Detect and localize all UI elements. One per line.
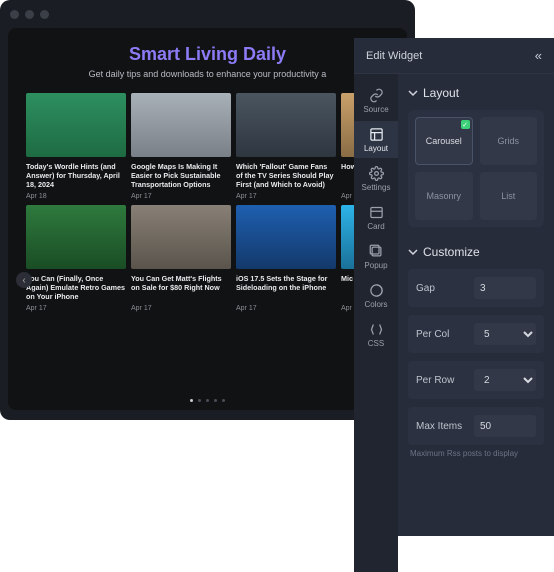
feed-card[interactable]: Which 'Fallout' Game Fans of the TV Seri… [236,93,336,200]
carousel-prev-button[interactable]: ‹ [16,272,32,288]
browser-window: Smart Living Daily Get daily tips and do… [0,0,415,420]
chevron-down-icon [408,88,418,98]
card-title: You Can (Finally, Once Again) Emulate Re… [26,274,126,301]
panel-tab-layout[interactable]: Layout [354,121,398,158]
card-date: Apr 17 [26,305,126,312]
widget-subtitle: Get daily tips and downloads to enhance … [8,69,407,79]
layout-option-grids[interactable]: Grids [480,117,538,165]
pagination-dot[interactable] [214,399,217,402]
card-title: iOS 17.5 Sets the Stage for Sideloading … [236,274,336,301]
panel-tab-card[interactable]: Card [354,199,398,236]
card-thumbnail [26,205,126,269]
panel-tab-popup[interactable]: Popup [354,238,398,275]
pagination-dot[interactable] [206,399,209,402]
customize-section-header[interactable]: Customize [408,245,544,259]
max-items-help: Maximum Rss posts to display [410,449,544,458]
widget-preview: Smart Living Daily Get daily tips and do… [8,28,407,410]
card-title: Which 'Fallout' Game Fans of the TV Seri… [236,162,336,189]
layout-option-carousel[interactable]: ✓Carousel [415,117,473,165]
panel-tab-source[interactable]: Source [354,82,398,119]
pagination-dot[interactable] [198,399,201,402]
window-titlebar [0,0,415,28]
panel-tabs: SourceLayoutSettingsCardPopupColorsCSS [354,74,398,572]
pagination-dot[interactable] [190,399,193,402]
card-thumbnail [131,205,231,269]
widget-title: Smart Living Daily [8,44,407,65]
per-row-field: Per Row 2 [408,361,544,399]
card-thumbnail [131,93,231,157]
feed-card[interactable]: Today's Wordle Hints (and Answer) for Th… [26,93,126,200]
layout-section-header[interactable]: Layout [408,86,544,100]
feed-card[interactable]: Google Maps Is Making It Easier to Pick … [131,93,231,200]
layout-option-masonry[interactable]: Masonry [415,172,473,220]
gap-field: Gap [408,269,544,307]
edit-widget-panel: Edit Widget « SourceLayoutSettingsCardPo… [354,38,554,536]
card-title: Google Maps Is Making It Easier to Pick … [131,162,231,189]
card-date: Apr 17 [236,305,336,312]
check-icon: ✓ [461,120,470,129]
gap-input[interactable] [474,277,536,299]
window-dot [40,10,49,19]
card-date: Apr 17 [131,193,231,200]
layout-option-list[interactable]: List [480,172,538,220]
per-col-field: Per Col 5 [408,315,544,353]
card-date: Apr 17 [131,305,231,312]
panel-tab-settings[interactable]: Settings [354,160,398,197]
panel-title: Edit Widget [366,50,422,62]
feed-card[interactable]: iOS 17.5 Sets the Stage for Sideloading … [236,205,336,312]
card-date: Apr 18 [26,193,126,200]
per-row-select[interactable]: 2 [474,369,536,391]
panel-tab-css[interactable]: CSS [354,316,398,353]
card-thumbnail [236,93,336,157]
card-title: You Can Get Matt's Flights on Sale for $… [131,274,231,301]
card-title: Today's Wordle Hints (and Answer) for Th… [26,162,126,189]
max-items-input[interactable] [474,415,536,437]
feed-card[interactable]: You Can (Finally, Once Again) Emulate Re… [26,205,126,312]
per-col-select[interactable]: 5 [474,323,536,345]
collapse-panel-icon[interactable]: « [535,48,542,63]
window-dot [25,10,34,19]
card-thumbnail [26,93,126,157]
window-dot [10,10,19,19]
carousel-pagination[interactable] [8,399,407,402]
pagination-dot[interactable] [222,399,225,402]
feed-card[interactable]: You Can Get Matt's Flights on Sale for $… [131,205,231,312]
panel-tab-colors[interactable]: Colors [354,277,398,314]
chevron-down-icon [408,247,418,257]
card-thumbnail [236,205,336,269]
card-date: Apr 17 [236,193,336,200]
max-items-field: Max Items [408,407,544,445]
